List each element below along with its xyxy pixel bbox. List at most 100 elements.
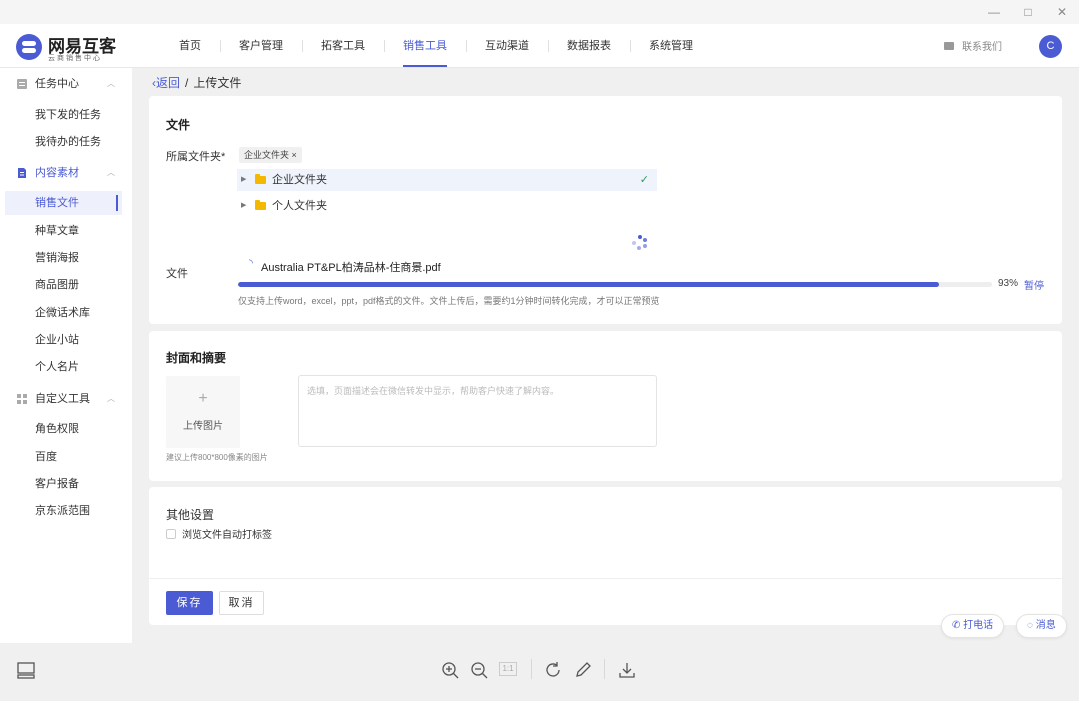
file-card: 文件 所属文件夹* 企业文件夹 × ▶ 企业文件夹 ✓ ▶ 个人文件夹 文件 ◝… bbox=[149, 96, 1062, 324]
sidebar-item-business-card[interactable]: 个人名片 bbox=[5, 355, 122, 379]
auto-tag-label: 浏览文件自动打标签 bbox=[182, 530, 272, 541]
tree-node-enterprise-folder[interactable]: ▶ 企业文件夹 ✓ bbox=[237, 169, 657, 191]
caret-right-icon[interactable]: ▶ bbox=[241, 195, 246, 217]
uploaded-filename: Australia PT&PL柏涛品林-住商景.pdf bbox=[261, 262, 441, 274]
breadcrumb-separator: / bbox=[185, 76, 189, 90]
document-icon bbox=[18, 168, 26, 178]
check-icon: ✓ bbox=[639, 174, 649, 186]
cover-section-title: 封面和摘要 bbox=[166, 351, 227, 365]
nav-customer-management[interactable]: 客户管理 bbox=[220, 24, 302, 68]
sidebar-item-jd-scope[interactable]: 京东派范围 bbox=[5, 499, 122, 523]
sidebar-item-baidu[interactable]: 百度 bbox=[5, 445, 122, 469]
sidebar-item-product-catalog[interactable]: 商品图册 bbox=[5, 273, 122, 297]
breadcrumb: ‹返回 / 上传文件 bbox=[152, 74, 241, 91]
grid-icon bbox=[17, 394, 27, 404]
other-settings-card: 其他设置 浏览文件自动打标签 保存 取消 bbox=[149, 487, 1062, 625]
save-button[interactable]: 保存 bbox=[166, 591, 213, 615]
app-logo[interactable]: 网易互客 云商销售中心 bbox=[16, 32, 116, 62]
sidebar-item-my-pending-tasks[interactable]: 我待办的任务 bbox=[5, 130, 122, 154]
folder-icon bbox=[255, 174, 266, 184]
nav-data-reports[interactable]: 数据报表 bbox=[548, 24, 630, 68]
maximize-button[interactable]: □ bbox=[1020, 4, 1036, 20]
divider bbox=[149, 578, 1062, 579]
sidebar-item-mini-site[interactable]: 企业小站 bbox=[5, 328, 122, 352]
chevron-up-icon: ︿ bbox=[107, 79, 115, 88]
zoom-in-icon[interactable] bbox=[440, 660, 460, 680]
viewer-toolbar: 1:1 bbox=[0, 643, 1079, 701]
loading-spinner-icon bbox=[632, 235, 648, 251]
plus-icon: + bbox=[198, 390, 208, 407]
caret-right-icon[interactable]: ▶ bbox=[241, 169, 246, 191]
sidebar-item-customer-report[interactable]: 客户报备 bbox=[5, 472, 122, 496]
task-icon bbox=[17, 79, 27, 89]
download-icon[interactable] bbox=[617, 660, 637, 680]
sidebar-group-custom-tools[interactable]: 自定义工具 ︿ bbox=[0, 385, 132, 413]
call-button[interactable]: ✆ 打电话 bbox=[941, 614, 1005, 638]
sidebar-group-label: 内容素材 bbox=[35, 167, 79, 179]
user-avatar[interactable]: C bbox=[1039, 35, 1062, 58]
close-button[interactable]: ✕ bbox=[1054, 4, 1070, 20]
upload-percent: 93% bbox=[998, 278, 1019, 289]
contact-us-label: 联系我们 bbox=[962, 42, 1002, 53]
sidebar-item-my-issued-tasks[interactable]: 我下发的任务 bbox=[5, 103, 122, 127]
sidebar-item-sales-files[interactable]: 销售文件 bbox=[5, 191, 122, 215]
actual-size-icon[interactable]: 1:1 bbox=[499, 662, 517, 676]
checkbox-box[interactable] bbox=[166, 528, 176, 539]
tree-node-personal-folder[interactable]: ▶ 个人文件夹 bbox=[237, 195, 657, 217]
layout-icon[interactable] bbox=[16, 660, 36, 680]
summary-textarea[interactable]: 选填，页面描述会在微信转发中显示，帮助客户快速了解内容。 bbox=[298, 375, 657, 447]
sidebar-group-label: 自定义工具 bbox=[35, 393, 90, 405]
pause-upload-button[interactable]: 暂停 bbox=[1024, 277, 1044, 292]
file-label: 文件 bbox=[166, 268, 188, 280]
auto-tag-checkbox[interactable]: 浏览文件自动打标签 bbox=[166, 526, 272, 541]
breadcrumb-current: 上传文件 bbox=[193, 76, 242, 90]
other-settings-title: 其他设置 bbox=[166, 508, 215, 522]
nav-home[interactable]: 首页 bbox=[160, 24, 220, 68]
sidebar-item-posters[interactable]: 营销海报 bbox=[5, 246, 122, 270]
back-link[interactable]: ‹返回 bbox=[152, 76, 180, 90]
upload-image-hint: 建议上传800*800像素的图片 bbox=[166, 453, 268, 462]
folder-label: 所属文件夹* bbox=[166, 151, 226, 163]
upload-image-button[interactable]: + 上传图片 bbox=[166, 376, 240, 448]
message-button[interactable]: ◌ 消息 bbox=[1016, 614, 1067, 638]
sidebar-group-label: 任务中心 bbox=[35, 78, 79, 90]
minimize-button[interactable]: — bbox=[986, 4, 1002, 20]
chat-icon bbox=[944, 41, 954, 50]
top-nav: 首页 客户管理 拓客工具 销售工具 互动渠道 数据报表 系统管理 bbox=[160, 24, 712, 68]
sidebar-item-articles[interactable]: 种草文章 bbox=[5, 219, 122, 243]
tag-close-icon[interactable]: × bbox=[292, 150, 297, 160]
tree-node-label: 企业文件夹 bbox=[272, 174, 327, 186]
nav-interaction-channels[interactable]: 互动渠道 bbox=[466, 24, 548, 68]
selected-folder-tag: 企业文件夹 × bbox=[239, 147, 302, 163]
sidebar-item-role-permissions[interactable]: 角色权限 bbox=[5, 417, 122, 441]
upload-progress-fill bbox=[238, 282, 940, 287]
chevron-up-icon: ︿ bbox=[107, 168, 115, 177]
contact-us-link[interactable]: 联系我们 bbox=[944, 38, 1002, 53]
sidebar: 任务中心 ︿ 我下发的任务 我待办的任务 内容素材 ︿ 销售文件 种草文章 营销… bbox=[0, 68, 132, 643]
app-header: 网易互客 云商销售中心 首页 客户管理 拓客工具 销售工具 互动渠道 数据报表 … bbox=[0, 24, 1079, 68]
nav-prospecting-tools[interactable]: 拓客工具 bbox=[302, 24, 384, 68]
logo-icon bbox=[16, 34, 42, 60]
sidebar-item-scripts[interactable]: 企微话术库 bbox=[5, 301, 122, 325]
file-format-hint: 仅支持上传word，excel，ppt，pdf格式的文件。文件上传后，需要约1分… bbox=[238, 296, 660, 306]
zoom-out-icon[interactable] bbox=[469, 660, 489, 680]
sidebar-group-content-materials[interactable]: 内容素材 ︿ bbox=[0, 159, 132, 187]
message-icon: ◌ bbox=[1027, 620, 1033, 631]
toolbar-separator bbox=[531, 659, 532, 679]
phone-icon: ✆ bbox=[952, 620, 961, 631]
chevron-up-icon: ︿ bbox=[107, 394, 115, 403]
cover-card: 封面和摘要 + 上传图片 建议上传800*800像素的图片 选填，页面描述会在微… bbox=[149, 331, 1062, 481]
toolbar-separator bbox=[604, 659, 605, 679]
file-section-title: 文件 bbox=[166, 118, 191, 132]
folder-icon bbox=[255, 200, 266, 210]
cancel-button[interactable]: 取消 bbox=[219, 591, 264, 615]
uploading-icon: ◝ bbox=[249, 258, 253, 269]
edit-icon[interactable] bbox=[573, 660, 593, 680]
logo-subtitle: 云商销售中心 bbox=[48, 55, 102, 62]
sidebar-group-task-center[interactable]: 任务中心 ︿ bbox=[0, 70, 132, 98]
window-titlebar: — □ ✕ bbox=[0, 0, 1079, 24]
nav-system-management[interactable]: 系统管理 bbox=[630, 24, 712, 68]
nav-sales-tools[interactable]: 销售工具 bbox=[384, 24, 466, 68]
upload-progress-bar bbox=[238, 282, 992, 287]
rotate-icon[interactable] bbox=[543, 660, 563, 680]
